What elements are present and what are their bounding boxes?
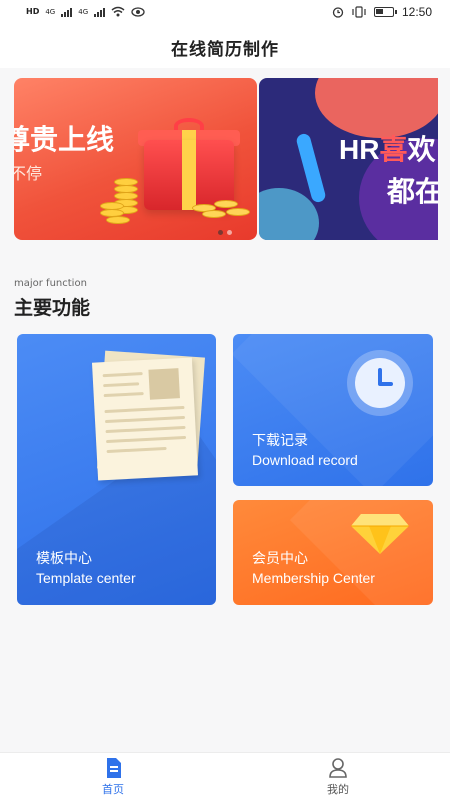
section-title: 主要功能 bbox=[14, 297, 91, 319]
status-bar: HD 4G 4G 12:50 bbox=[0, 0, 450, 26]
download-record-label-en: Download record bbox=[252, 452, 358, 468]
resume-photo-icon bbox=[148, 368, 180, 400]
signal-icon-2 bbox=[94, 7, 106, 17]
download-record-label: 下载记录 bbox=[252, 433, 308, 449]
membership-center-card[interactable]: 会员中心 Membership Center bbox=[233, 500, 433, 605]
user-icon bbox=[329, 758, 347, 778]
eye-icon bbox=[131, 6, 145, 17]
section-subtitle: major function bbox=[14, 278, 87, 289]
carousel-dot-1[interactable] bbox=[218, 230, 223, 235]
membership-center-label: 会员中心 bbox=[252, 551, 308, 567]
battery-icon bbox=[373, 7, 397, 17]
tab-mine[interactable]: 我的 bbox=[298, 757, 378, 799]
bottom-tab-bar: 首页 我的 bbox=[0, 752, 450, 800]
wifi-icon bbox=[111, 6, 125, 17]
carousel-dot-2[interactable] bbox=[227, 230, 232, 235]
clock-icon bbox=[347, 350, 413, 416]
template-center-label: 模板中心 bbox=[36, 551, 92, 567]
banner-slide-1[interactable]: 尊贵上线 不停 bbox=[14, 78, 257, 240]
tab-mine-label: 我的 bbox=[327, 783, 349, 796]
template-center-label-en: Template center bbox=[36, 570, 136, 586]
page-title: 在线简历制作 bbox=[171, 39, 279, 60]
tab-home[interactable]: 首页 bbox=[73, 757, 153, 799]
banner-slide-1-subtitle: 不停 bbox=[14, 164, 43, 183]
network-label-1: 4G bbox=[45, 7, 56, 16]
signal-icon bbox=[61, 7, 73, 17]
status-left: HD 4G 4G bbox=[26, 6, 145, 17]
status-right: 12:50 bbox=[332, 5, 432, 19]
tab-home-label: 首页 bbox=[102, 783, 124, 796]
coins-stack-image bbox=[100, 178, 140, 226]
resume-document-icon bbox=[91, 357, 199, 481]
status-time: 12:50 bbox=[401, 5, 432, 19]
banner-carousel[interactable]: 尊贵上线 不停 HR喜欢 都在 bbox=[14, 78, 438, 240]
template-center-card[interactable]: 模板中心 Template center bbox=[17, 334, 216, 605]
vibrate-icon bbox=[352, 6, 366, 18]
banner-slide-1-title: 尊贵上线 bbox=[14, 123, 115, 156]
download-record-card[interactable]: 下载记录 Download record bbox=[233, 334, 433, 486]
diamond-icon bbox=[351, 514, 409, 554]
membership-center-label-en: Membership Center bbox=[252, 570, 375, 586]
document-icon bbox=[107, 758, 121, 778]
banner-slide-2-title: HR喜欢 bbox=[339, 134, 436, 165]
carousel-indicator bbox=[218, 230, 232, 235]
banner-slide-2[interactable]: HR喜欢 都在 bbox=[259, 78, 438, 240]
hd-label: HD bbox=[26, 7, 40, 16]
banner-slide-2-subtitle: 都在 bbox=[387, 175, 438, 208]
app-header: 在线简历制作 bbox=[0, 26, 450, 68]
alarm-icon bbox=[332, 7, 344, 18]
network-label-2: 4G bbox=[78, 7, 89, 16]
coins-scatter-image bbox=[192, 198, 252, 228]
